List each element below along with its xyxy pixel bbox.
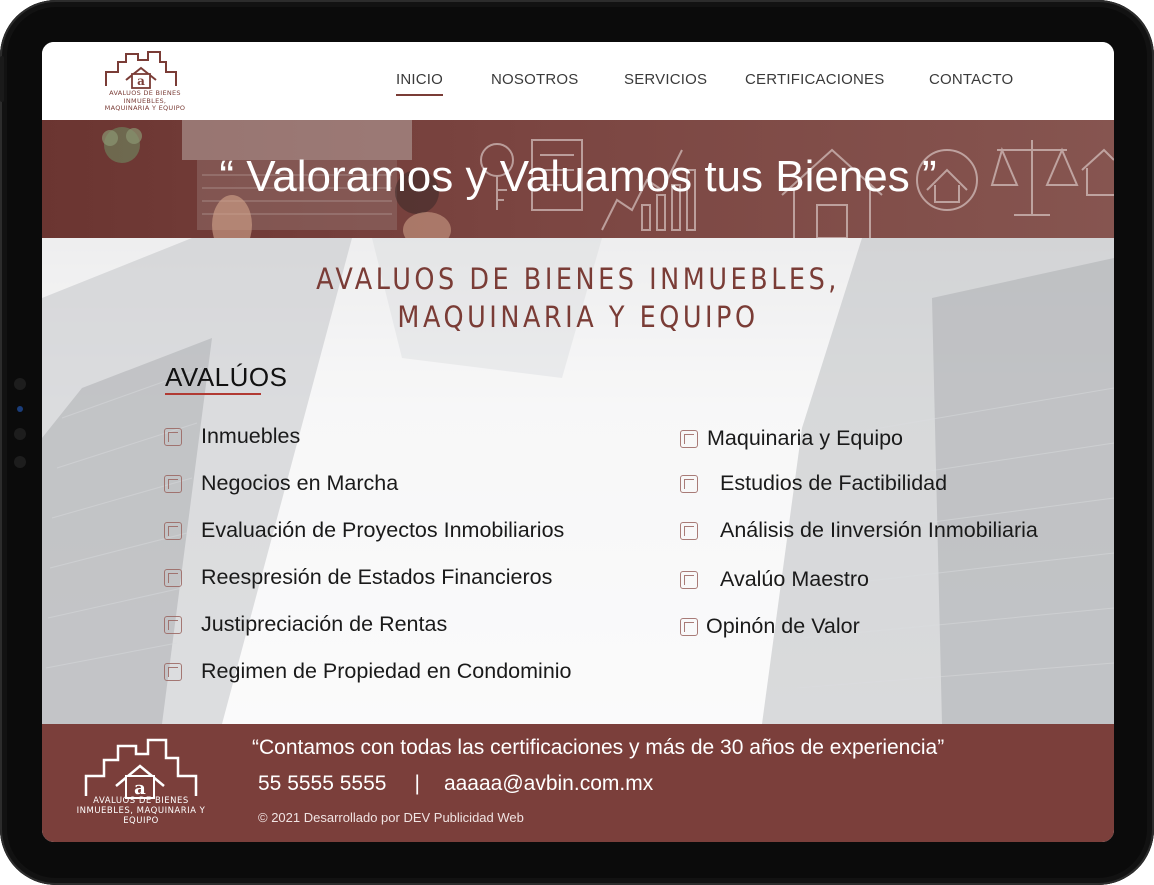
growth-chart-icon <box>164 475 182 493</box>
gears-icon <box>680 430 698 448</box>
condominium-icon <box>164 663 182 681</box>
hero-banner: “ Valoramos y Valuamos tus Bienes ” <box>42 120 1114 238</box>
service-label: Análisis de Iinversión Inmobiliaria <box>720 518 1038 542</box>
logo-text: AVALUOS DE BIENES INMUEBLES, MAQUINARIA … <box>104 89 186 112</box>
nav-contacto[interactable]: CONTACTO <box>929 71 1013 88</box>
footer-email[interactable]: aaaaa@avbin.com.mx <box>444 772 653 795</box>
magnifier-house-icon <box>680 522 698 540</box>
footer-phone[interactable]: 55 5555 5555 <box>258 772 386 795</box>
side-button <box>0 56 4 102</box>
subtitle-line-2: MAQUINARIA Y EQUIPO <box>397 300 759 334</box>
service-label: Negocios en Marcha <box>201 471 399 495</box>
logo-house-icon: a <box>105 51 177 89</box>
footer-logo-text: AVALUOS DE BIENES INMUEBLES, MAQUINARIA … <box>76 796 206 826</box>
footer-quote: “Contamos con todas las certificaciones … <box>252 736 945 759</box>
site-header: a AVALUOS DE BIENES INMUEBLES, MAQUINARI… <box>42 42 1114 120</box>
contact-separator: | <box>414 772 420 795</box>
service-label: Avalúo Maestro <box>720 567 869 591</box>
site-logo[interactable]: a AVALUOS DE BIENES INMUEBLES, MAQUINARI… <box>104 50 186 114</box>
hero-title: “ Valoramos y Valuamos tus Bienes ” <box>219 152 937 201</box>
service-label: Reespresión de Estados Financieros <box>201 565 553 589</box>
houses-icon <box>680 571 698 589</box>
subtitle-line-1: AVALUOS DE BIENES INMUEBLES, <box>316 262 840 296</box>
financial-statement-icon <box>164 569 182 587</box>
browser-screen: a AVALUOS DE BIENES INMUEBLES, MAQUINARI… <box>42 42 1114 842</box>
sensor-dots <box>14 378 30 484</box>
nav-inicio[interactable]: INICIO <box>396 71 444 96</box>
site-footer: a AVALUOS DE BIENES INMUEBLES, MAQUINARI… <box>42 724 1114 842</box>
value-hand-icon <box>680 618 698 636</box>
service-label: Justipreciación de Rentas <box>201 612 448 636</box>
footer-contact: 55 5555 5555 | aaaaa@avbin.com.mx <box>258 772 653 796</box>
services-section: AVALUOS DE BIENES INMUEBLES, MAQUINARIA … <box>42 238 1114 724</box>
section-title: AVALÚOS <box>165 362 288 395</box>
service-label: Estudios de Factibilidad <box>720 471 948 495</box>
rent-hand-icon <box>164 616 182 634</box>
service-label: Opinón de Valor <box>706 614 860 638</box>
footer-copyright: © 2021 Desarrollado por DEV Publicidad W… <box>258 810 524 825</box>
service-label: Inmuebles <box>201 424 301 448</box>
nav-certificaciones[interactable]: CERTIFICACIONES <box>745 71 884 88</box>
footer-logo-house-icon: a <box>84 738 198 799</box>
tablet-frame: a AVALUOS DE BIENES INMUEBLES, MAQUINARI… <box>0 0 1154 885</box>
svg-text:a: a <box>137 74 145 88</box>
service-label: Maquinaria y Equipo <box>707 426 904 450</box>
service-label: Regimen de Propiedad en Condominio <box>201 659 572 683</box>
feasibility-doc-icon <box>680 475 698 493</box>
project-plan-icon <box>164 522 182 540</box>
nav-nosotros[interactable]: NOSOTROS <box>491 71 578 88</box>
nav-servicios[interactable]: SERVICIOS <box>624 71 707 88</box>
services-subtitle: AVALUOS DE BIENES INMUEBLES, MAQUINARIA … <box>106 260 1049 336</box>
service-label: Evaluación de Proyectos Inmobiliarios <box>201 518 565 542</box>
buildings-icon <box>164 428 182 446</box>
